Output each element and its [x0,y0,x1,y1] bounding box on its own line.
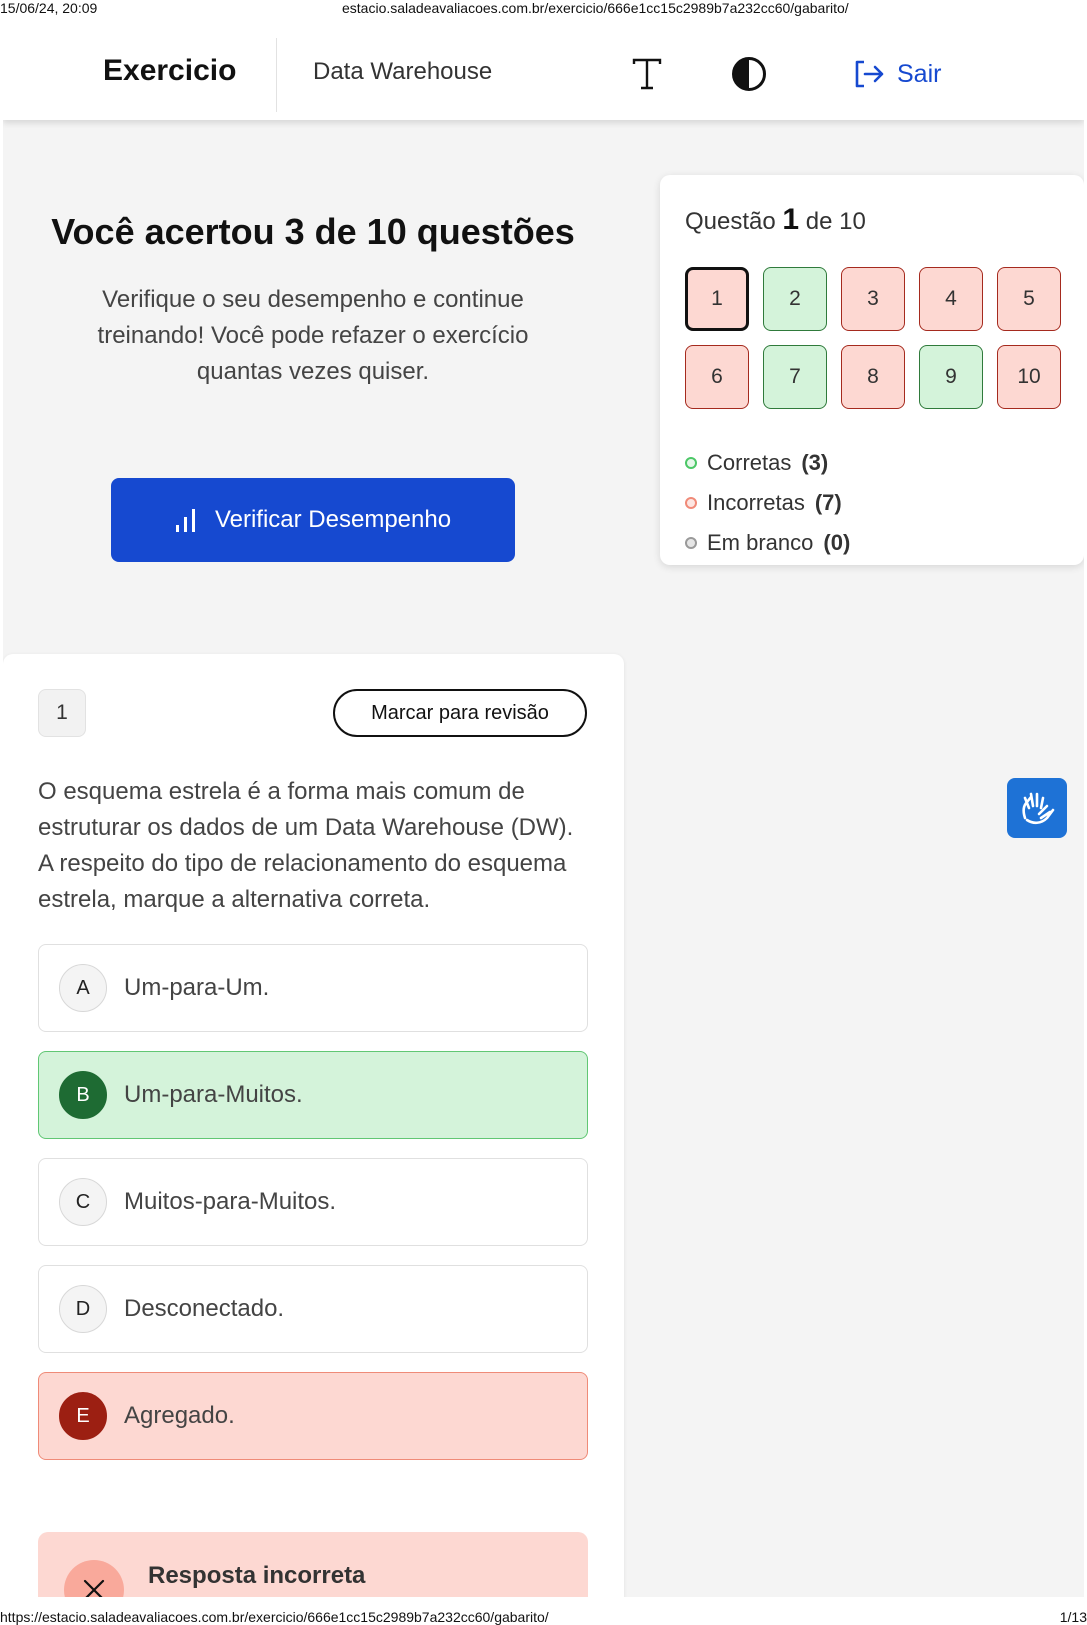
answer-option[interactable]: E Agregado. [38,1372,588,1460]
question-text: O esquema estrela é a forma mais comum d… [38,778,574,913]
bar-chart-icon [175,509,195,532]
close-icon [83,1579,105,1597]
header-divider [276,38,277,112]
print-header-url: estacio.saladeavaliacoes.com.br/exercici… [342,0,849,16]
option-text: Um-para-Um. [124,974,270,1001]
print-header: 15/06/24, 20:09 estacio.saladeavaliacoes… [0,0,1087,16]
contrast-button[interactable] [725,50,773,98]
question-nav-button[interactable]: 6 [685,345,749,409]
question-nav-button[interactable]: 4 [919,267,983,331]
sign-language-icon [1022,792,1055,825]
feedback-icon-circle [64,1560,124,1597]
legend-count: (7) [814,490,842,515]
top-bar: Exercicio Data Warehouse Sair [3,30,1084,120]
option-text: Muitos-para-Muitos. [124,1188,337,1215]
font-size-icon [632,58,662,90]
navigator-prefix: Questão [685,208,776,235]
option-letter: C [59,1178,107,1226]
print-footer: https://estacio.saladeavaliacoes.com.br/… [0,1609,1087,1625]
question-nav-button[interactable]: 2 [763,267,827,331]
answer-feedback: Resposta incorreta [38,1532,588,1597]
answer-option[interactable]: A Um-para-Um. [38,944,588,1032]
question-card: 1 Marcar para revisão O esquema estrela … [3,654,624,1597]
question-number: 1 [38,689,86,737]
course-name: Data Warehouse [313,58,493,85]
result-title: Você acertou 3 de 10 questões [51,211,575,252]
legend-dot-icon [685,457,697,469]
navigator-legend: Corretas (3) Incorretas (7) Em branco (0) [685,443,850,563]
answer-option[interactable]: C Muitos-para-Muitos. [38,1158,588,1246]
check-performance-label: Verificar Desempenho [214,506,452,533]
answer-option[interactable]: D Desconectado. [38,1265,588,1353]
legend-item: Corretas (3) [685,443,850,483]
print-footer-url: https://estacio.saladeavaliacoes.com.br/… [0,1609,549,1625]
legend-label: Em branco [707,530,814,555]
legend-label: Corretas [707,450,792,475]
option-text: Agregado. [124,1402,235,1429]
mark-for-review-button[interactable]: Marcar para revisão [333,689,587,737]
legend-count: (3) [801,450,829,475]
question-navigator: Questão 1 de 10 1 2 3 4 5 6 7 8 9 10 Corretas (3) I… [660,175,1084,565]
logout-label: Sair [897,59,942,88]
answer-option[interactable]: B Um-para-Muitos. [38,1051,588,1139]
font-size-button[interactable] [623,50,671,98]
question-grid: 1 2 3 4 5 6 7 8 9 10 [685,267,1065,409]
legend-item: Em branco (0) [685,523,850,563]
legend-label: Incorretas [707,490,805,515]
logout-button[interactable]: Sair [853,52,941,96]
navigator-suffix: de 10 [805,208,866,235]
option-letter: A [59,964,107,1012]
app-title: Exercicio [103,54,237,87]
print-date: 15/06/24, 20:09 [0,0,98,16]
option-letter: D [59,1285,107,1333]
question-nav-button[interactable]: 7 [763,345,827,409]
question-nav-button[interactable]: 1 [685,267,749,331]
legend-dot-icon [685,537,697,549]
print-page-number: 1/13 [1059,1609,1087,1625]
option-letter: B [59,1071,107,1119]
navigator-current: 1 [782,203,800,236]
option-letter: E [59,1392,107,1440]
logout-icon [855,60,884,88]
result-section: Você acertou 3 de 10 questões Verifique … [3,210,623,562]
page: Exercicio Data Warehouse Sair Você acert… [3,30,1084,1597]
result-message: Verifique o seu desempenho e continue tr… [97,286,529,385]
accessibility-widget-button[interactable] [1007,778,1067,838]
legend-item: Incorretas (7) [685,483,850,523]
legend-dot-icon [685,497,697,509]
option-text: Um-para-Muitos. [124,1081,303,1108]
question-nav-button[interactable]: 8 [841,345,905,409]
question-nav-button[interactable]: 10 [997,345,1061,409]
option-text: Desconectado. [124,1295,285,1322]
question-nav-button[interactable]: 5 [997,267,1061,331]
question-nav-button[interactable]: 3 [841,267,905,331]
contrast-icon [732,57,766,91]
navigator-title: Questão 1 de 10 [685,203,866,237]
feedback-label: Resposta incorreta [148,1562,366,1589]
legend-count: (0) [823,530,851,555]
check-performance-button[interactable]: Verificar Desempenho [111,478,515,562]
question-nav-button[interactable]: 9 [919,345,983,409]
